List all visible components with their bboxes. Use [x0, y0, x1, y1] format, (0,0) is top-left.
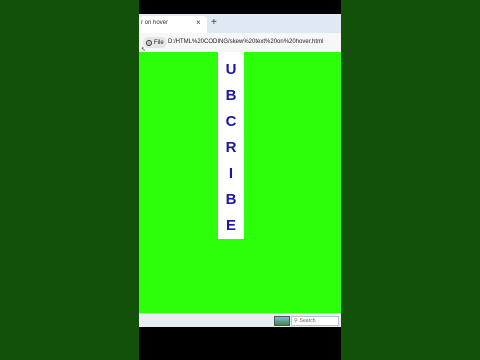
taskbar-app-thumbnail[interactable] — [274, 316, 290, 326]
search-icon: ⚲ — [294, 318, 298, 324]
info-icon: i — [146, 39, 152, 47]
letter-c: C — [225, 113, 237, 130]
new-tab-button[interactable]: + — [211, 17, 217, 29]
tab-close-icon[interactable]: × — [196, 19, 201, 27]
letter-u: U — [225, 61, 237, 78]
bottom-letterbox — [139, 327, 341, 360]
browser-tab[interactable]: r on hover × — [139, 16, 207, 33]
file-label: File — [154, 39, 164, 46]
left-side-panel — [0, 0, 139, 360]
url-text[interactable]: D:/HTML%20CODING/skew%20text%20on%20hove… — [168, 39, 323, 45]
browser-window: r on hover × + i File D:/HTML%20CODING/s… — [139, 14, 341, 327]
address-bar[interactable]: i File D:/HTML%20CODING/skew%20text%20on… — [139, 33, 341, 53]
letter-i: I — [228, 165, 234, 182]
letter-b: B — [225, 87, 237, 104]
top-letterbox — [139, 0, 341, 14]
letter-b: B — [225, 191, 237, 208]
taskbar: ⚲ Search — [139, 313, 341, 327]
right-side-panel — [341, 0, 480, 360]
tab-title: r on hover — [141, 20, 169, 26]
search-placeholder: Search — [299, 318, 316, 324]
letter-r: R — [225, 139, 237, 156]
page-content: U B C R I B E — [139, 52, 341, 315]
letter-e: E — [225, 217, 236, 234]
vertical-text-column[interactable]: U B C R I B E — [218, 52, 244, 239]
site-info-button[interactable]: i File — [143, 37, 167, 48]
taskbar-search[interactable]: ⚲ Search — [291, 316, 339, 326]
tab-strip: r on hover × + — [139, 14, 341, 33]
